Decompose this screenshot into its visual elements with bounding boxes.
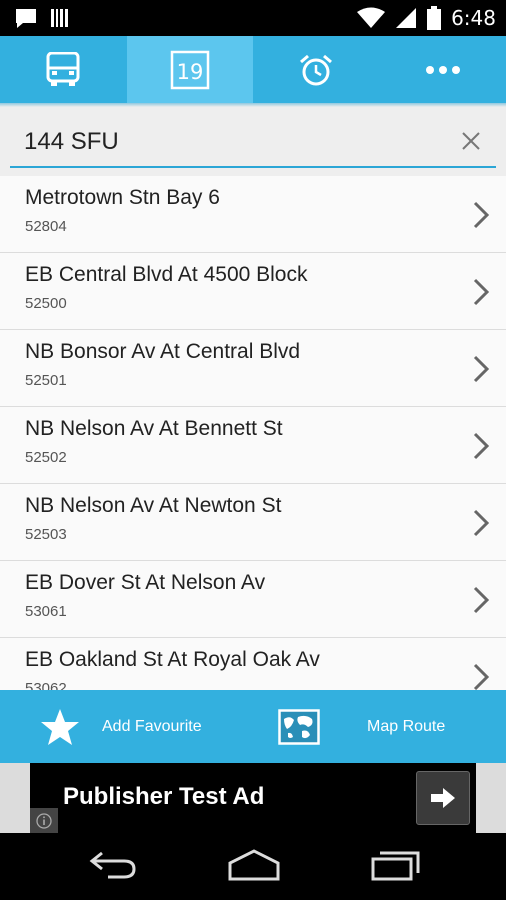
stop-name: NB Nelson Av At Bennett St xyxy=(25,417,283,440)
stop-code: 52501 xyxy=(25,372,67,389)
status-bar: 6:48 xyxy=(0,0,506,36)
list-item[interactable]: EB Central Blvd At 4500 Block 52500 xyxy=(0,253,506,330)
stop-code: 52502 xyxy=(25,449,67,466)
tab-bar-shadow xyxy=(0,103,506,107)
back-icon[interactable] xyxy=(88,847,138,883)
barcode-icon xyxy=(51,9,68,27)
recent-apps-icon[interactable] xyxy=(370,847,424,883)
status-left-icons xyxy=(14,7,70,29)
stop-code: 52503 xyxy=(25,526,67,543)
alarm-clock-icon xyxy=(300,54,333,85)
list-item[interactable]: EB Dover St At Nelson Av 53061 xyxy=(0,561,506,638)
ad-info-button[interactable] xyxy=(30,808,58,833)
route-search-input[interactable]: 144 SFU xyxy=(10,118,496,168)
search-input-value[interactable]: 144 SFU xyxy=(24,128,119,156)
chevron-right-icon xyxy=(473,586,490,614)
battery-icon xyxy=(427,6,442,30)
stop-name: EB Central Blvd At 4500 Block xyxy=(25,263,308,286)
bus-icon xyxy=(46,51,80,86)
ad-area: Publisher Test Ad xyxy=(0,763,506,833)
notification-chat-icon xyxy=(16,9,36,28)
bottom-action-bar: Add Favourite Map Route xyxy=(0,690,506,763)
chevron-right-icon xyxy=(473,201,490,229)
stop-name: NB Bonsor Av At Central Blvd xyxy=(25,340,301,363)
arrow-right-icon xyxy=(431,788,455,808)
stop-code: 52500 xyxy=(25,295,67,312)
stop-name: NB Nelson Av At Newton St xyxy=(25,494,282,517)
stop-list: Metrotown Stn Bay 6 52804 EB Central Blv… xyxy=(0,176,506,690)
top-tab-bar: 19 xyxy=(0,36,506,103)
stop-code: 53061 xyxy=(25,603,67,620)
stop-name: EB Oakland St At Royal Oak Av xyxy=(25,648,320,671)
stop-name: Metrotown Stn Bay 6 xyxy=(25,186,220,209)
more-icon xyxy=(425,65,460,74)
system-nav-bar xyxy=(0,833,506,900)
list-item[interactable]: NB Nelson Av At Bennett St 52502 xyxy=(0,407,506,484)
chevron-right-icon xyxy=(473,432,490,460)
ad-title: Publisher Test Ad xyxy=(63,783,265,810)
tab-schedule[interactable]: 19 xyxy=(126,36,253,103)
list-item[interactable]: NB Nelson Av At Newton St 52503 xyxy=(0,484,506,561)
add-favourite-label: Add Favourite xyxy=(102,717,202,735)
tab-more[interactable] xyxy=(380,36,506,103)
list-item[interactable]: NB Bonsor Av At Central Blvd 52501 xyxy=(0,330,506,407)
map-icon xyxy=(278,708,320,745)
add-favourite-button[interactable]: Add Favourite xyxy=(40,690,202,763)
tab-alarm[interactable] xyxy=(253,36,380,103)
chevron-right-icon xyxy=(473,355,490,383)
map-route-label: Map Route xyxy=(367,717,446,735)
list-item[interactable]: EB Oakland St At Royal Oak Av 53062 xyxy=(0,638,506,690)
signal-icon xyxy=(396,8,417,28)
ad-arrow-button[interactable] xyxy=(416,771,470,825)
tab-bus[interactable] xyxy=(0,36,127,103)
status-time: 6:48 xyxy=(451,6,496,30)
ad-banner[interactable]: Publisher Test Ad xyxy=(30,763,476,833)
close-icon[interactable] xyxy=(460,130,482,152)
chevron-right-icon xyxy=(473,509,490,537)
info-icon xyxy=(36,812,52,829)
calendar-day-number: 19 xyxy=(176,60,203,84)
stop-name: EB Dover St At Nelson Av xyxy=(25,571,266,594)
wifi-icon xyxy=(357,7,386,28)
star-icon xyxy=(41,708,79,745)
stop-code: 52804 xyxy=(25,218,67,235)
calendar-icon: 19 xyxy=(170,50,209,89)
status-right-icons: 6:48 xyxy=(357,6,496,30)
chevron-right-icon xyxy=(473,663,490,690)
stop-code: 53062 xyxy=(25,680,67,690)
list-item[interactable]: Metrotown Stn Bay 6 52804 xyxy=(0,176,506,253)
chevron-right-icon xyxy=(473,278,490,306)
map-route-button[interactable]: Map Route xyxy=(278,690,445,763)
home-icon[interactable] xyxy=(226,847,282,883)
